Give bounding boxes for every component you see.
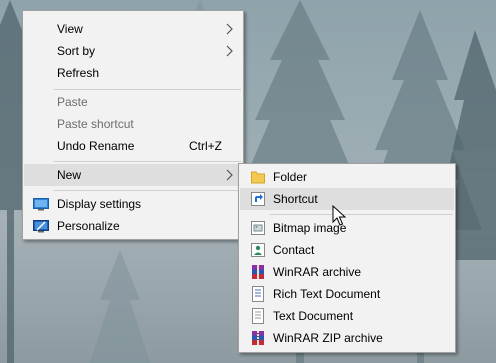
- submenu-item-winrar-zip-archive[interactable]: WinRAR ZIP archive: [240, 327, 454, 349]
- rich-text-document-icon: [252, 286, 264, 302]
- submenu-item-shortcut-label: Shortcut: [273, 192, 318, 206]
- submenu-item-contact[interactable]: Contact: [240, 239, 454, 261]
- menu-item-paste-shortcut[interactable]: Paste shortcut: [24, 113, 242, 135]
- shortcut-icon: [251, 192, 265, 206]
- submenu-item-winrar-archive[interactable]: WinRAR archive: [240, 261, 454, 283]
- menu-item-personalize[interactable]: Personalize: [24, 215, 242, 237]
- chevron-right-icon: [226, 23, 233, 35]
- submenu-item-winrar-zip-archive-label: WinRAR ZIP archive: [273, 331, 383, 345]
- new-submenu: Folder Shortcut Bitmap image Contact Win…: [238, 163, 456, 353]
- winrar-zip-archive-icon: [252, 331, 264, 345]
- menu-item-personalize-label: Personalize: [57, 219, 120, 233]
- menu-item-view[interactable]: View: [24, 18, 242, 40]
- submenu-item-winrar-archive-label: WinRAR archive: [273, 265, 362, 279]
- chevron-right-icon: [226, 169, 233, 181]
- menu-item-undo-rename[interactable]: Undo Rename Ctrl+Z: [24, 135, 242, 157]
- desktop-context-menu: View Sort by Refresh Paste Paste shortcu…: [22, 10, 244, 240]
- submenu-item-text-document-label: Text Document: [273, 309, 354, 323]
- mouse-pointer-icon: [332, 205, 346, 226]
- text-document-icon: [252, 308, 264, 324]
- menu-item-paste-shortcut-label: Paste shortcut: [57, 117, 134, 131]
- submenu-item-contact-label: Contact: [273, 243, 315, 257]
- menu-item-paste[interactable]: Paste: [24, 91, 242, 113]
- menu-item-refresh-label: Refresh: [57, 66, 100, 80]
- menu-separator: [54, 190, 241, 191]
- menu-item-undo-rename-shortcut: Ctrl+Z: [189, 139, 222, 153]
- display-settings-icon: [33, 198, 49, 211]
- submenu-item-text-document[interactable]: Text Document: [240, 305, 454, 327]
- menu-item-paste-label: Paste: [57, 95, 88, 109]
- menu-separator: [54, 161, 241, 162]
- winrar-archive-icon: [252, 265, 264, 279]
- submenu-item-shortcut[interactable]: Shortcut: [240, 188, 454, 210]
- submenu-item-bitmap-image[interactable]: Bitmap image: [240, 217, 454, 239]
- menu-item-view-label: View: [57, 22, 83, 36]
- menu-item-refresh[interactable]: Refresh: [24, 62, 242, 84]
- menu-item-undo-rename-label: Undo Rename: [57, 139, 135, 153]
- menu-separator: [270, 214, 453, 215]
- menu-item-sort-by[interactable]: Sort by: [24, 40, 242, 62]
- submenu-item-rich-text-document-label: Rich Text Document: [273, 287, 381, 301]
- bitmap-image-icon: [251, 221, 265, 235]
- menu-separator: [54, 89, 241, 90]
- personalize-icon: [33, 220, 49, 233]
- menu-item-display-settings-label: Display settings: [57, 197, 142, 211]
- menu-item-sort-by-label: Sort by: [57, 44, 96, 58]
- folder-icon: [251, 171, 265, 184]
- desktop-background[interactable]: View Sort by Refresh Paste Paste shortcu…: [0, 0, 496, 363]
- menu-item-display-settings[interactable]: Display settings: [24, 193, 242, 215]
- contact-icon: [251, 243, 265, 257]
- submenu-item-folder[interactable]: Folder: [240, 166, 454, 188]
- submenu-item-folder-label: Folder: [273, 170, 308, 184]
- menu-item-new-label: New: [57, 168, 82, 182]
- submenu-item-rich-text-document[interactable]: Rich Text Document: [240, 283, 454, 305]
- chevron-right-icon: [226, 45, 233, 57]
- menu-item-new[interactable]: New: [24, 164, 242, 186]
